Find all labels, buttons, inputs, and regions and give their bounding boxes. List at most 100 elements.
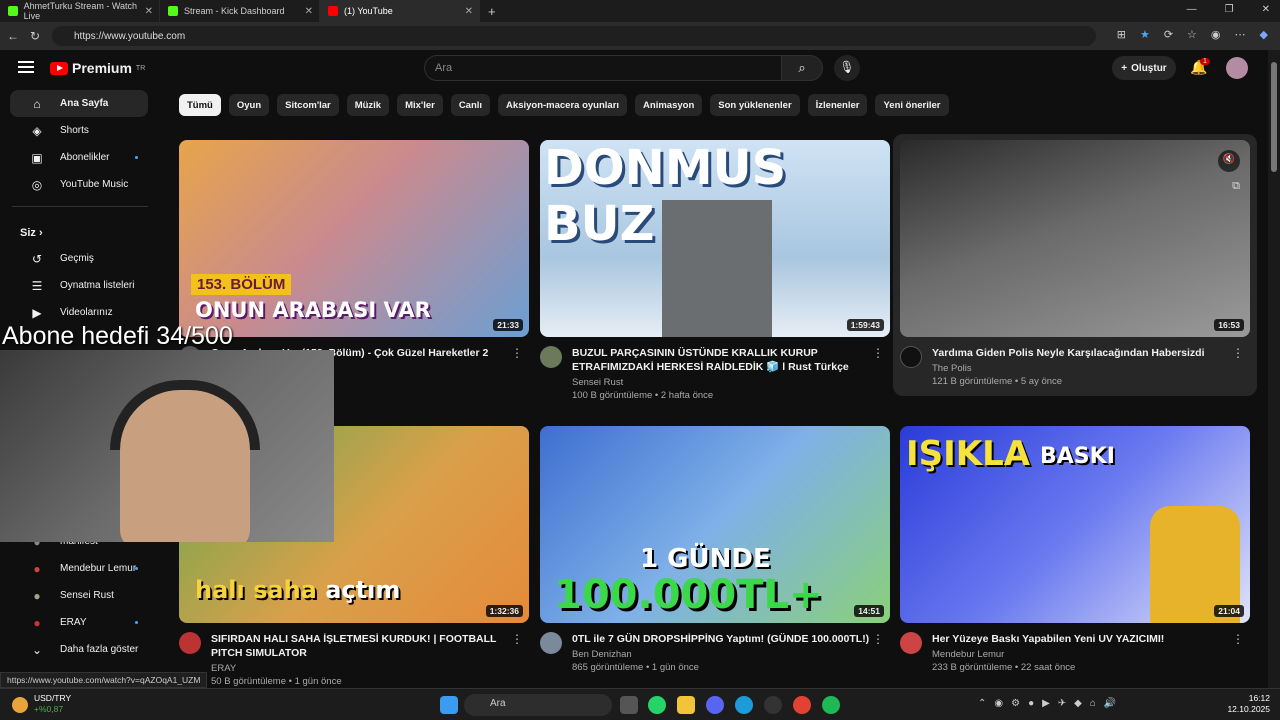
channel-avatar[interactable]	[900, 632, 922, 654]
profile-icon[interactable]: ◉	[1211, 28, 1221, 41]
video-thumbnail[interactable]: IŞIKLA BASKI 21:04	[900, 426, 1250, 623]
video-thumbnail[interactable]: 153. BÖLÜM ONUN ARABASI VAR 21:33	[179, 140, 529, 337]
channel-name[interactable]: ERAY	[211, 663, 529, 674]
chip-animation[interactable]: Animasyon	[635, 94, 703, 116]
stock-ticker[interactable]: USD/TRY +%0,87	[34, 693, 71, 715]
youtube-logo[interactable]: Premium TR	[50, 60, 145, 76]
sidebar-section-you[interactable]: Siz ›	[0, 215, 160, 245]
whatsapp-icon[interactable]	[648, 696, 666, 714]
menu-icon[interactable]	[18, 61, 34, 73]
video-thumbnail[interactable]: DONMUS BUZ 1:59:43	[540, 140, 890, 337]
copilot-icon[interactable]: ◆	[1260, 28, 1268, 41]
tab-kick-stream[interactable]: AhmetTurku Stream - Watch Live ✕	[0, 0, 160, 22]
search-input[interactable]: Ara	[424, 55, 782, 81]
channel-name[interactable]: The Polis	[932, 363, 1250, 374]
new-tab-icon[interactable]: +	[488, 4, 496, 19]
chip-recently-uploaded[interactable]: Son yüklenenler	[710, 94, 800, 116]
chip-new-to-you[interactable]: Yeni öneriler	[875, 94, 949, 116]
minimize-icon[interactable]: —	[1187, 4, 1197, 15]
chip-all[interactable]: Tümü	[179, 94, 221, 116]
video-title[interactable]: Yardıma Giden Polis Neyle Karşılacağında…	[932, 346, 1250, 360]
more-options-icon[interactable]: ⋮	[1232, 346, 1244, 360]
account-avatar[interactable]	[1226, 57, 1248, 79]
tab-youtube[interactable]: (1) YouTube ✕	[320, 0, 480, 22]
video-card-hover[interactable]: 🔇 ⧉ 16:53 Yardıma Giden Polis Neyle Karş…	[893, 134, 1257, 396]
address-bar-row: ← ↻ https://www.youtube.com ⊞ ★ ⟳ ☆ ◉ ⋯ …	[0, 22, 1280, 50]
close-tab-icon[interactable]: ✕	[145, 6, 153, 17]
extensions-icon[interactable]: ⟳	[1164, 28, 1173, 41]
close-tab-icon[interactable]: ✕	[465, 6, 473, 17]
sidebar-item-playlists[interactable]: ☰ Oynatma listeleri	[10, 272, 148, 299]
video-card[interactable]: IŞIKLA BASKI 21:04 Her Yüzeye Baskı Yapa…	[900, 426, 1250, 693]
more-options-icon[interactable]: ⋮	[872, 632, 884, 646]
video-preview[interactable]: 🔇 ⧉ 16:53	[900, 140, 1250, 337]
chrome-icon[interactable]	[793, 696, 811, 714]
create-button[interactable]: + Oluştur	[1112, 56, 1176, 80]
close-window-icon[interactable]: ✕	[1262, 4, 1270, 15]
video-card[interactable]: 1 GÜNDE 100.000TL+ 14:51 0TL ile 7 GÜN D…	[540, 426, 890, 693]
channel-avatar[interactable]	[540, 346, 562, 368]
discord-icon[interactable]	[706, 696, 724, 714]
video-meta: 100 B görüntüleme • 2 hafta önce	[572, 390, 714, 401]
file-explorer-icon[interactable]	[677, 696, 695, 714]
more-options-icon[interactable]: ⋮	[511, 632, 523, 646]
sidebar-item-music[interactable]: ◎ YouTube Music	[10, 171, 148, 198]
more-options-icon[interactable]: ⋮	[872, 346, 884, 360]
more-options-icon[interactable]: ⋮	[1232, 632, 1244, 646]
video-title[interactable]: SIFIRDAN HALI SAHA İŞLETMESİ KURDUK! | F…	[211, 632, 529, 660]
chip-live[interactable]: Canlı	[450, 94, 491, 116]
sidebar-sub-eray[interactable]: ● ERAY	[10, 609, 148, 636]
chip-gaming[interactable]: Oyun	[228, 94, 270, 116]
app-icon[interactable]	[764, 696, 782, 714]
tab-kick-dashboard[interactable]: Stream - Kick Dashboard ✕	[160, 0, 320, 22]
channel-name[interactable]: Mendebur Lemur	[932, 649, 1250, 660]
url-field[interactable]: https://www.youtube.com	[52, 26, 1096, 46]
sidebar-item-home[interactable]: ⌂ Ana Sayfa	[10, 90, 148, 117]
captions-icon[interactable]: ⧉	[1232, 180, 1240, 193]
system-clock[interactable]: 16:12 12.10.2025	[1227, 693, 1270, 715]
windows-start-icon[interactable]	[440, 696, 458, 714]
video-title[interactable]: Her Yüzeye Baskı Yapabilen Yeni UV YAZIC…	[932, 632, 1250, 646]
sidebar-show-more[interactable]: ⌄ Daha fazla göster	[10, 636, 148, 663]
chip-sitcoms[interactable]: Sitcom'lar	[277, 94, 339, 116]
sidebar-item-shorts[interactable]: ◈ Shorts	[10, 117, 148, 144]
channel-avatar[interactable]	[179, 632, 201, 654]
sidebar-item-subscriptions[interactable]: ▣ Abonelikler	[10, 144, 148, 171]
maximize-icon[interactable]: ❐	[1225, 4, 1234, 15]
channel-avatar[interactable]	[900, 346, 922, 368]
video-thumbnail[interactable]: 1 GÜNDE 100.000TL+ 14:51	[540, 426, 890, 623]
chip-watched[interactable]: İzlenenler	[807, 94, 868, 116]
youtube-header: Premium TR Ara ⌕ 🎙 + Oluştur 🔔	[0, 50, 1268, 86]
chip-action-adventure[interactable]: Aksiyon-macera oyunları	[498, 94, 628, 116]
search-button[interactable]: ⌕	[781, 55, 823, 81]
channel-name[interactable]: Sensei Rust	[572, 377, 890, 388]
channel-name[interactable]: Ben Denizhan	[572, 649, 890, 660]
video-title[interactable]: 0TL ile 7 GÜN DROPSHİPPİNG Yaptım! (GÜND…	[572, 632, 890, 646]
scrollbar-thumb[interactable]	[1271, 62, 1277, 172]
chip-music[interactable]: Müzik	[346, 94, 390, 116]
voice-search-button[interactable]: 🎙	[834, 55, 860, 81]
video-duration: 1:59:43	[846, 319, 884, 331]
channel-avatar[interactable]	[540, 632, 562, 654]
video-card[interactable]: DONMUS BUZ 1:59:43 BUZUL PARÇASININ ÜSTÜ…	[540, 140, 890, 407]
back-icon[interactable]: ←	[2, 29, 24, 43]
spotify-icon[interactable]	[822, 696, 840, 714]
refresh-icon[interactable]: ↻	[24, 29, 46, 43]
favorite-star-icon[interactable]: ★	[1140, 28, 1150, 41]
video-title[interactable]: BUZUL PARÇASININ ÜSTÜNDE KRALLIK KURUP E…	[572, 346, 890, 374]
taskbar-search[interactable]: Ara	[464, 694, 612, 716]
mute-icon[interactable]: 🔇	[1218, 150, 1240, 172]
system-tray[interactable]: ⌃◉⚙●▶✈◆⌂🔊	[978, 698, 1124, 709]
more-options-icon[interactable]: ⋮	[511, 346, 523, 360]
edge-icon[interactable]	[735, 696, 753, 714]
more-menu-icon[interactable]: ⋯	[1235, 28, 1246, 41]
new-content-dot	[135, 621, 138, 624]
chip-mixes[interactable]: Mix'ler	[397, 94, 443, 116]
sidebar-sub-mendebur[interactable]: ● Mendebur Lemur	[10, 555, 148, 582]
close-tab-icon[interactable]: ✕	[305, 6, 313, 17]
sidebar-sub-sensei[interactable]: ● Sensei Rust	[10, 582, 148, 609]
collections-icon[interactable]: ☆	[1187, 28, 1197, 41]
sidebar-item-history[interactable]: ↺ Geçmiş	[10, 245, 148, 272]
app-icon[interactable]: ⊞	[1117, 28, 1126, 41]
task-view-icon[interactable]	[620, 696, 638, 714]
